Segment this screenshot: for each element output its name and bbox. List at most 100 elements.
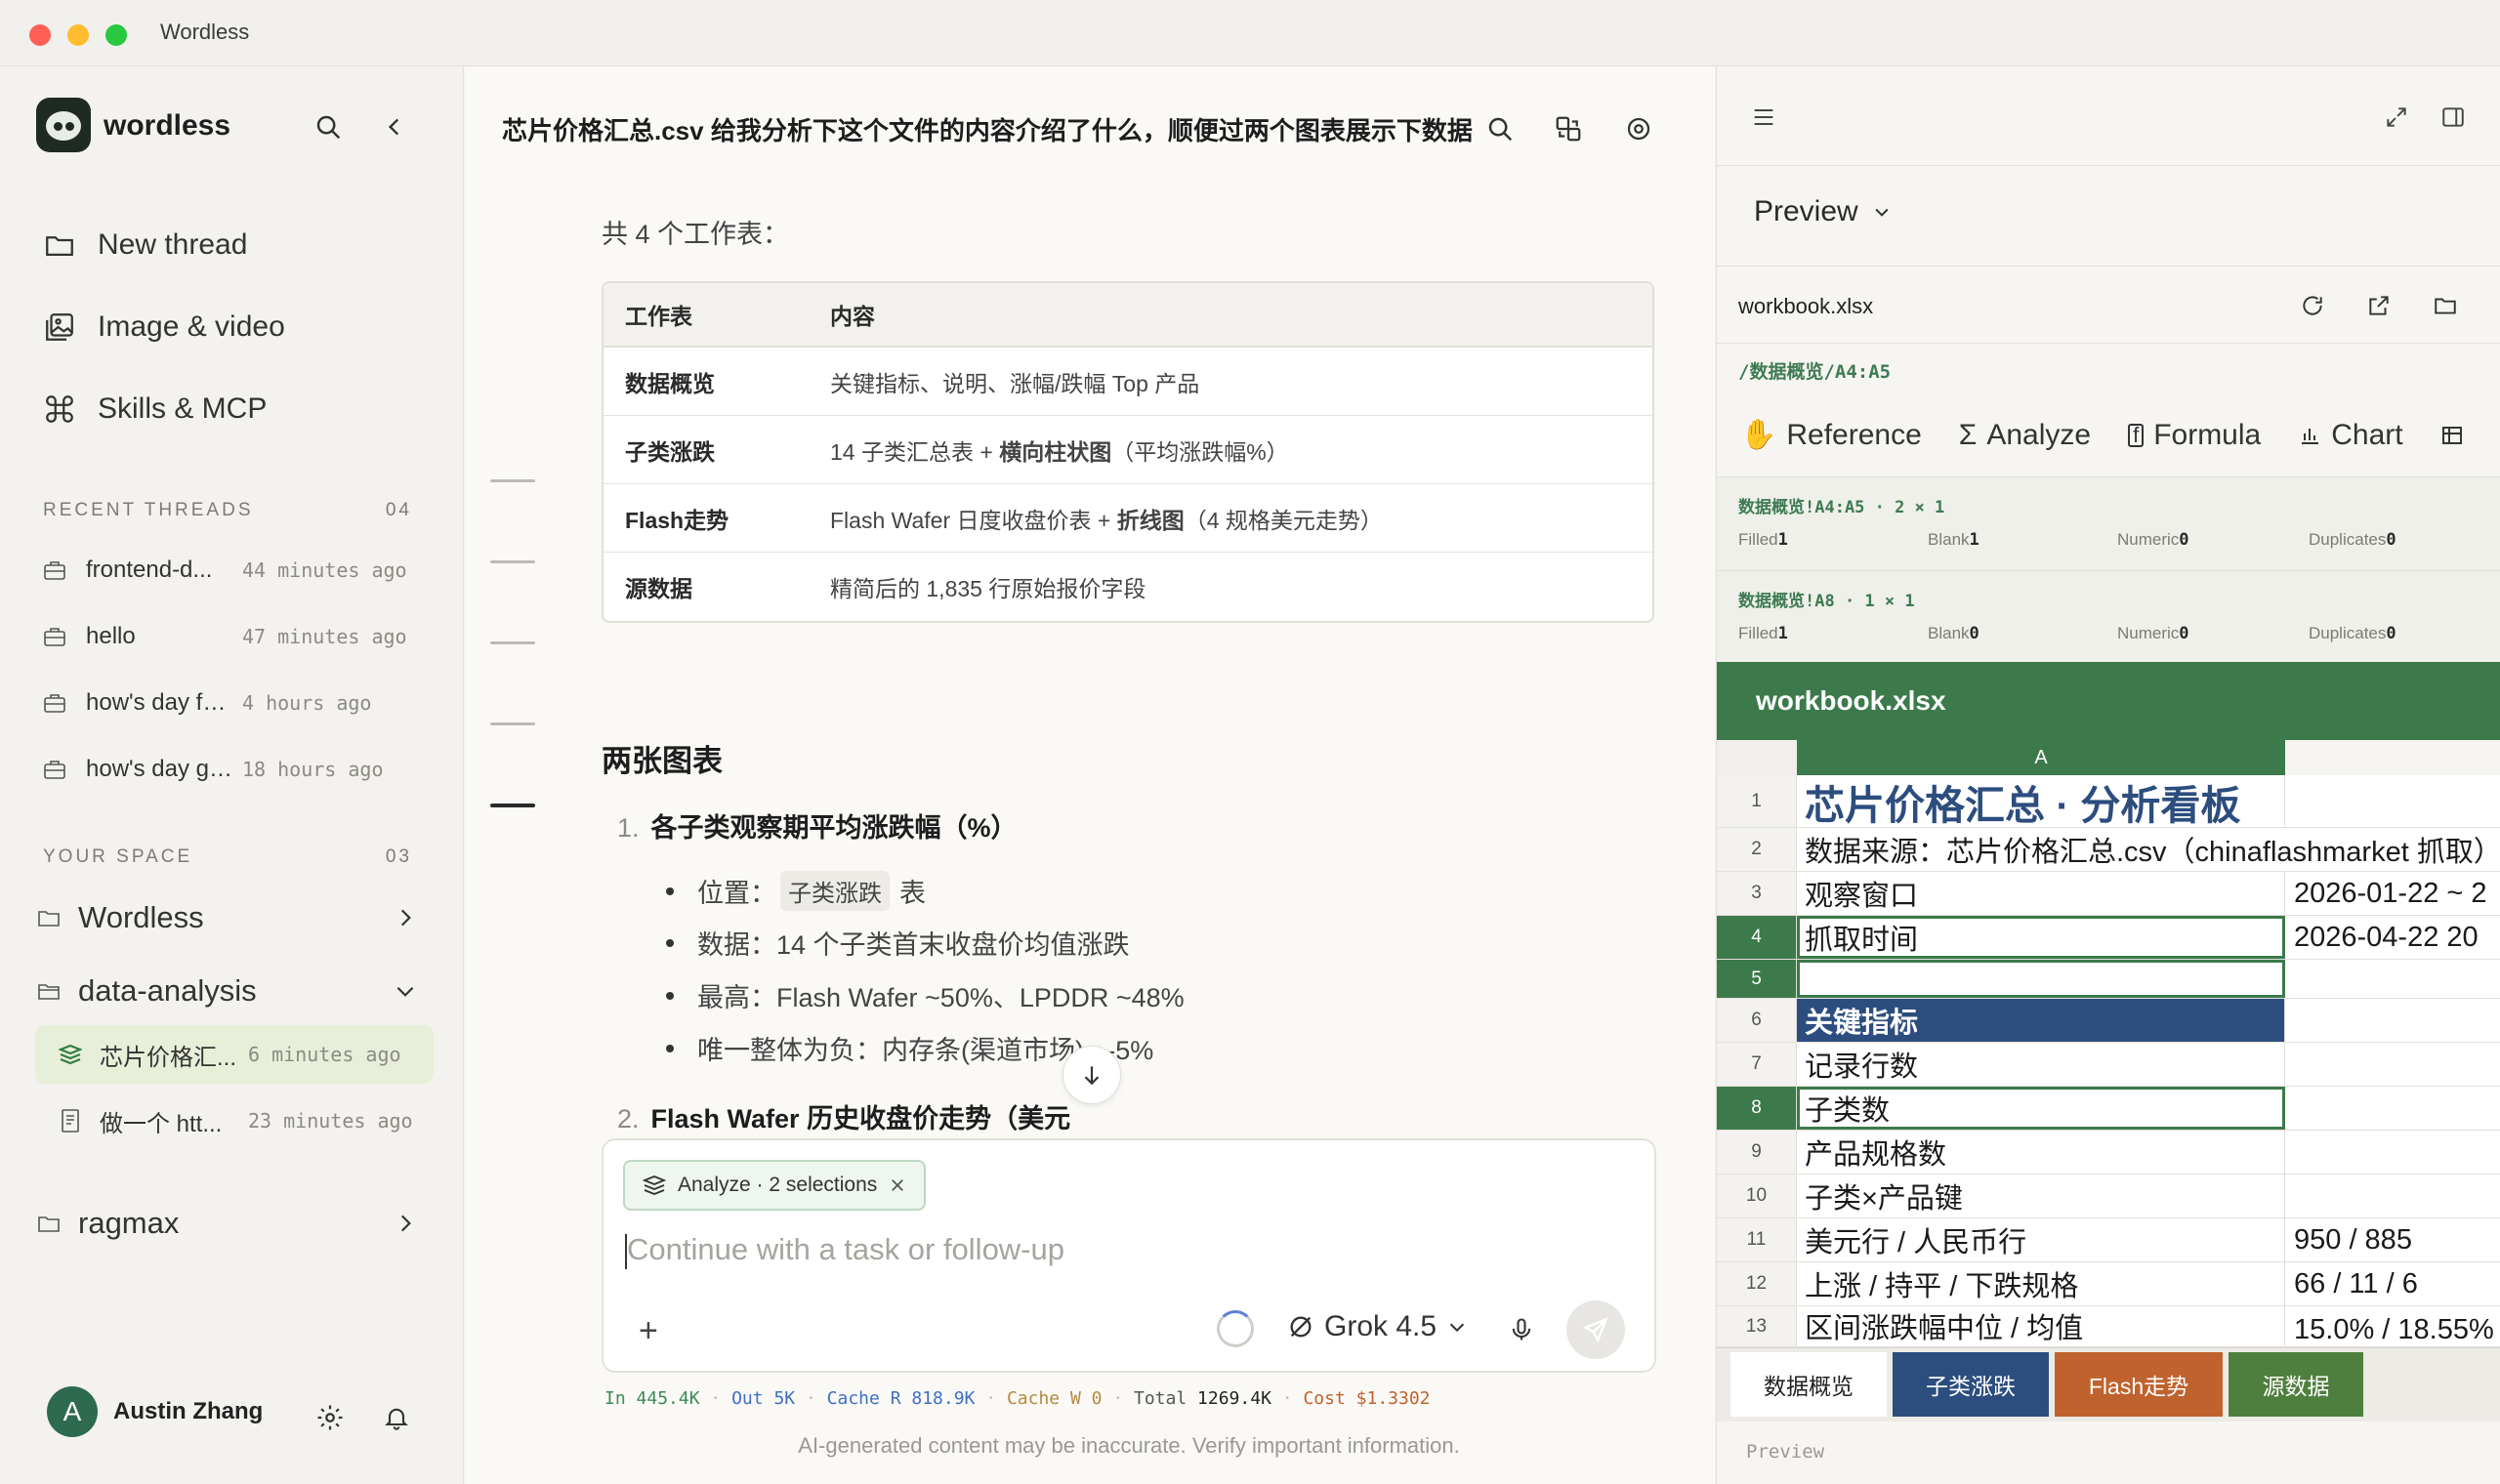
reference-tool[interactable]: ✋ Reference [1740, 418, 1922, 452]
cell-a11[interactable]: 美元行 / 人民币行 [1797, 1218, 2285, 1261]
nav-image-video[interactable]: Image & video [43, 303, 285, 351]
thread-item[interactable]: how's day feeli... 4 hours ago [43, 679, 414, 727]
row-number[interactable]: 2 [1717, 828, 1797, 871]
formula-tool[interactable]: f Formula [2128, 418, 2261, 452]
row-number[interactable]: 4 [1717, 916, 1797, 959]
nav-skills-mcp[interactable]: Skills & MCP [43, 385, 267, 433]
minimize-window-button[interactable] [67, 24, 89, 46]
message-marker[interactable] [490, 641, 535, 644]
preview-mode-dropdown[interactable]: Preview [1754, 195, 1892, 228]
chat-settings-button[interactable] [1619, 109, 1658, 148]
sheet-tab-subclass[interactable]: 子类涨跌 [1893, 1352, 2049, 1417]
cell-b5[interactable] [2286, 960, 2500, 998]
row-number[interactable]: 9 [1717, 1131, 1797, 1174]
translate-button[interactable] [1549, 109, 1588, 148]
cell-b10[interactable] [2286, 1175, 2500, 1217]
cell-a1[interactable]: 芯片价格汇总 · 分析看板 [1797, 775, 2285, 828]
thread-item[interactable]: how's day goi... 18 hours ago [43, 745, 414, 794]
cell-a3[interactable]: 观察窗口 [1797, 872, 2285, 915]
cell-b1[interactable] [2286, 775, 2500, 827]
message-marker[interactable] [490, 560, 535, 563]
row-number[interactable]: 11 [1717, 1218, 1797, 1261]
notifications-button[interactable] [379, 1400, 414, 1435]
chat-search-button[interactable] [1480, 109, 1520, 148]
row-number[interactable]: 3 [1717, 872, 1797, 915]
search-button[interactable] [311, 109, 346, 144]
sheet-chip[interactable]: 子类涨跌 [780, 871, 890, 911]
cell-a4[interactable]: 抓取时间 [1797, 916, 2285, 959]
chart-tool[interactable]: Chart [2298, 418, 2403, 452]
cell-a7[interactable]: 记录行数 [1797, 1043, 2285, 1086]
scroll-to-bottom-button[interactable] [1062, 1046, 1121, 1104]
nav-new-thread[interactable]: New thread [43, 221, 247, 269]
cell-a5[interactable] [1797, 960, 2285, 998]
cell-a9[interactable]: 产品规格数 [1797, 1131, 2285, 1174]
message-marker[interactable] [490, 479, 535, 482]
sheet-tab-source[interactable]: 源数据 [2229, 1352, 2363, 1417]
sub-thread-item-active[interactable]: 芯片价格汇... 6 minutes ago [35, 1025, 434, 1084]
cell-b9[interactable] [2286, 1131, 2500, 1174]
send-button[interactable] [1566, 1300, 1625, 1359]
analyze-tool[interactable]: Σ Analyze [1959, 418, 2091, 452]
row-number[interactable]: 1 [1717, 775, 1797, 827]
cell-b4[interactable]: 2026-04-22 20 [2286, 916, 2500, 959]
cell-a6[interactable]: 关键指标 [1797, 999, 2285, 1042]
row-number[interactable]: 6 [1717, 999, 1797, 1042]
expand-panel-button[interactable] [2379, 100, 2414, 135]
row-number[interactable]: 8 [1717, 1087, 1797, 1130]
cell-b3[interactable]: 2026-01-22 ~ 2 [2286, 872, 2500, 915]
search-icon [316, 115, 341, 140]
close-window-button[interactable] [29, 24, 51, 46]
microphone-button[interactable] [1504, 1312, 1539, 1347]
corner-cell[interactable] [1717, 740, 1797, 775]
cell-b13[interactable]: 15.0% / 18.55% [2286, 1306, 2500, 1346]
cell-b6[interactable] [2286, 999, 2500, 1042]
table-tool[interactable] [2440, 418, 2464, 452]
thread-item[interactable]: frontend-d... 44 minutes ago [43, 546, 414, 595]
column-header-a[interactable]: A [1797, 740, 2285, 775]
table-row: Flash走势 Flash Wafer 日度收盘价表 + 折线图（4 规格美元走… [604, 484, 1652, 553]
sheet-tab-overview[interactable]: 数据概览 [1730, 1352, 1887, 1417]
cell-a10[interactable]: 子类×产品键 [1797, 1175, 2285, 1217]
space-folder-wordless[interactable]: Wordless [37, 891, 418, 944]
row-number[interactable]: 5 [1717, 960, 1797, 998]
row-number[interactable]: 10 [1717, 1175, 1797, 1217]
cell-a12[interactable]: 上涨 / 持平 / 下跌规格 [1797, 1262, 2285, 1305]
add-attachment-button[interactable]: + [639, 1312, 658, 1350]
message-marker-active[interactable] [490, 804, 535, 807]
space-folder-ragmax[interactable]: ragmax [37, 1197, 418, 1250]
panel-menu-button[interactable] [1746, 100, 1781, 135]
composer[interactable]: Analyze · 2 selections Continue with a t… [602, 1138, 1656, 1373]
settings-button[interactable] [312, 1400, 348, 1435]
cell-b7[interactable] [2286, 1043, 2500, 1086]
sheet-row: 6 关键指标 [1717, 999, 2500, 1043]
open-folder-button[interactable] [2428, 288, 2463, 323]
collapse-sidebar-button[interactable] [377, 109, 412, 144]
space-folder-data-analysis[interactable]: data-analysis [37, 965, 418, 1017]
refresh-button[interactable] [2295, 288, 2330, 323]
close-icon[interactable] [889, 1176, 906, 1194]
row-number[interactable]: 7 [1717, 1043, 1797, 1086]
selection-summary[interactable]: 数据概览!A8 · 1 × 1 Filled1 Blank0 Numeric0 … [1717, 570, 2500, 664]
sheet-tabs: 数据概览 子类涨跌 Flash走势 源数据 [1717, 1347, 2500, 1422]
row-number[interactable]: 12 [1717, 1262, 1797, 1305]
selection-chip[interactable]: Analyze · 2 selections [623, 1160, 927, 1211]
thread-item[interactable]: hello 47 minutes ago [43, 612, 414, 661]
sheet-tab-flash[interactable]: Flash走势 [2055, 1352, 2223, 1417]
message-input[interactable]: Continue with a task or follow-up [627, 1232, 1064, 1267]
cell-a8[interactable]: 子类数 [1797, 1087, 2285, 1130]
sub-thread-item[interactable]: 做一个 htt... 23 minutes ago [35, 1092, 434, 1150]
toggle-panel-button[interactable] [2436, 100, 2471, 135]
cell-a13[interactable]: 区间涨跌幅中位 / 均值 [1797, 1306, 2285, 1346]
selection-summary[interactable]: 数据概览!A4:A5 · 2 × 1 Filled1 Blank1 Numeri… [1717, 476, 2500, 570]
model-selector[interactable]: Grok 4.5 [1287, 1310, 1468, 1343]
zoom-window-button[interactable] [105, 24, 127, 46]
row-number[interactable]: 13 [1717, 1306, 1797, 1346]
message-marker[interactable] [490, 722, 535, 725]
open-external-button[interactable] [2361, 288, 2396, 323]
cell-b11[interactable]: 950 / 885 [2286, 1218, 2500, 1261]
user-profile[interactable]: A Austin Zhang [47, 1386, 263, 1437]
cell-b12[interactable]: 66 / 11 / 6 [2286, 1262, 2500, 1305]
cell-a2[interactable]: 数据来源：芯片价格汇总.csv（chinaflashmarket 抓取） [1797, 828, 2500, 871]
cell-b8[interactable] [2286, 1087, 2500, 1130]
